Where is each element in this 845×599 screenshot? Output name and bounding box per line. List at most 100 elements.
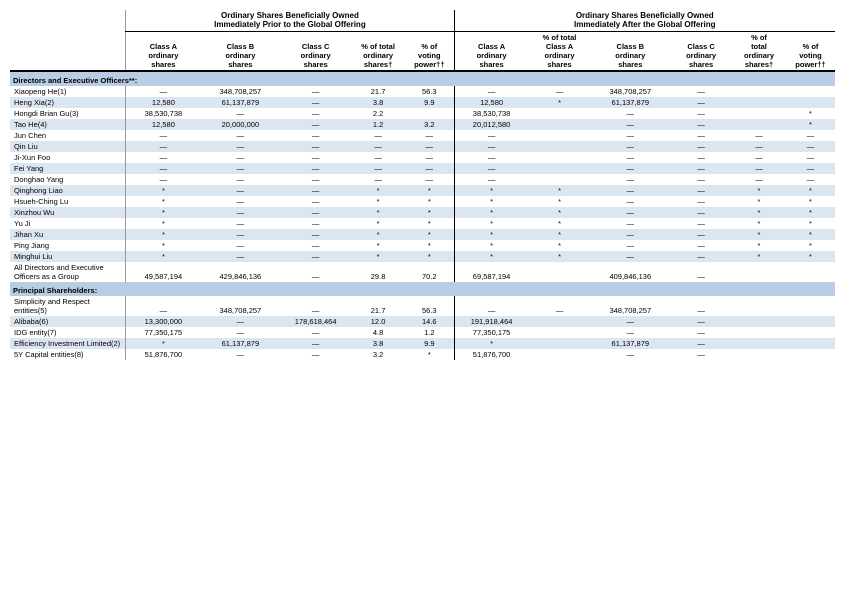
cell-after-a_pct_total: * <box>732 218 786 229</box>
col-before-classB: Class Bordinaryshares <box>200 32 280 72</box>
cell-after-a_classC: — <box>670 296 732 316</box>
cell-before-b_classB: — <box>200 207 280 218</box>
row-name: Heng Xia(2) <box>10 97 126 108</box>
table-row: All Directors and Executive Officers as … <box>10 262 835 282</box>
table-row: IDG entity(7)77,350,175——4.81.277,350,17… <box>10 327 835 338</box>
cell-before-b_classC: — <box>280 296 351 316</box>
row-name: IDG entity(7) <box>10 327 126 338</box>
cell-after-a_classA: * <box>454 207 529 218</box>
cell-after-a_classB: — <box>590 240 670 251</box>
cell-before-b_pct_vote: * <box>405 196 454 207</box>
row-name: Qinghong Liao <box>10 185 126 196</box>
cell-after-a_classB: — <box>590 229 670 240</box>
cell-after-a_classA: * <box>454 196 529 207</box>
cell-after-a_pct_total: * <box>732 251 786 262</box>
cell-after-a_classB: — <box>590 152 670 163</box>
row-name: Xiaopeng He(1) <box>10 86 126 97</box>
table-row: 5Y Capital entities(8)51,876,700——3.2*51… <box>10 349 835 360</box>
cell-after-a_classB: 409,846,136 <box>590 262 670 282</box>
cell-before-b_classC: — <box>280 86 351 97</box>
cell-before-b_classC: — <box>280 207 351 218</box>
cell-before-b_pct_vote: 14.6 <box>405 316 454 327</box>
row-name: Minghui Liu <box>10 251 126 262</box>
cell-after-a_pct_classA <box>529 152 591 163</box>
cell-after-a_classA: * <box>454 229 529 240</box>
cell-after-a_classA: * <box>454 251 529 262</box>
cell-before-b_classB: — <box>200 130 280 141</box>
cell-after-a_classC: — <box>670 218 732 229</box>
cell-before-b_classC: — <box>280 338 351 349</box>
cell-before-b_pct_vote: * <box>405 207 454 218</box>
cell-before-b_classC: — <box>280 262 351 282</box>
cell-before-b_classC: — <box>280 240 351 251</box>
row-name: Ji-Xun Foo <box>10 152 126 163</box>
table-row: Tao He(4)12,58020,000,000—1.23.220,012,5… <box>10 119 835 130</box>
row-name: Jun Chen <box>10 130 126 141</box>
cell-before-b_pct_total: * <box>351 251 405 262</box>
cell-before-b_classB: — <box>200 141 280 152</box>
name-header <box>10 10 126 71</box>
section-header-0: Directors and Executive Officers**: <box>10 71 835 86</box>
cell-after-a_pct_vote <box>786 86 835 97</box>
cell-after-a_pct_classA <box>529 262 591 282</box>
cell-after-a_pct_classA: * <box>529 196 591 207</box>
cell-after-a_classC: — <box>670 338 732 349</box>
cell-after-a_pct_vote: — <box>786 130 835 141</box>
row-name: 5Y Capital entities(8) <box>10 349 126 360</box>
cell-before-b_classC: 178,618,464 <box>280 316 351 327</box>
col-after-classB: Class Bordinaryshares <box>590 32 670 72</box>
cell-after-a_classC: — <box>670 108 732 119</box>
cell-before-b_classB: — <box>200 229 280 240</box>
cell-before-b_pct_vote: — <box>405 174 454 185</box>
cell-before-b_classA: * <box>126 185 201 196</box>
cell-before-b_pct_total: 21.7 <box>351 296 405 316</box>
cell-after-a_pct_vote <box>786 338 835 349</box>
cell-after-a_classA: 51,876,700 <box>454 349 529 360</box>
cell-before-b_pct_total: — <box>351 163 405 174</box>
cell-before-b_classC: — <box>280 327 351 338</box>
cell-after-a_classC: — <box>670 349 732 360</box>
cell-after-a_classA: 38,530,738 <box>454 108 529 119</box>
cell-before-b_classB: — <box>200 316 280 327</box>
cell-after-a_pct_total <box>732 119 786 130</box>
cell-after-a_pct_vote <box>786 327 835 338</box>
cell-before-b_pct_vote: 56.3 <box>405 86 454 97</box>
cell-before-b_classC: — <box>280 152 351 163</box>
cell-after-a_classC: — <box>670 316 732 327</box>
cell-before-b_classB: 348,708,257 <box>200 86 280 97</box>
cell-after-a_classC: — <box>670 141 732 152</box>
cell-after-a_classB: — <box>590 163 670 174</box>
cell-after-a_classA: 191,918,464 <box>454 316 529 327</box>
cell-after-a_pct_total <box>732 262 786 282</box>
cell-after-a_pct_vote: * <box>786 240 835 251</box>
cell-before-b_classA: — <box>126 152 201 163</box>
cell-after-a_pct_total: — <box>732 174 786 185</box>
cell-before-b_classA: * <box>126 240 201 251</box>
cell-before-b_pct_vote: 1.2 <box>405 327 454 338</box>
cell-after-a_classB: — <box>590 327 670 338</box>
cell-before-b_pct_vote: * <box>405 229 454 240</box>
cell-before-b_classB: — <box>200 196 280 207</box>
row-name: Alibaba(6) <box>10 316 126 327</box>
cell-before-b_pct_total: 21.7 <box>351 86 405 97</box>
cell-before-b_classC: — <box>280 229 351 240</box>
cell-after-a_classC: — <box>670 240 732 251</box>
cell-before-b_pct_vote: 9.9 <box>405 338 454 349</box>
cell-after-a_pct_total: — <box>732 141 786 152</box>
cell-after-a_pct_classA <box>529 338 591 349</box>
cell-after-a_classB: — <box>590 141 670 152</box>
cell-before-b_classA: — <box>126 163 201 174</box>
cell-after-a_classA: — <box>454 174 529 185</box>
cell-after-a_classB: — <box>590 119 670 130</box>
cell-before-b_pct_total: — <box>351 130 405 141</box>
cell-after-a_pct_classA <box>529 316 591 327</box>
cell-after-a_pct_total: * <box>732 229 786 240</box>
cell-before-b_pct_total: 4.8 <box>351 327 405 338</box>
cell-after-a_classB: — <box>590 196 670 207</box>
cell-after-a_classC: — <box>670 327 732 338</box>
cell-after-a_pct_vote <box>786 316 835 327</box>
cell-before-b_classB: — <box>200 174 280 185</box>
cell-before-b_classB: — <box>200 251 280 262</box>
cell-after-a_pct_total: — <box>732 163 786 174</box>
table-row: Qinghong Liao*——****——** <box>10 185 835 196</box>
